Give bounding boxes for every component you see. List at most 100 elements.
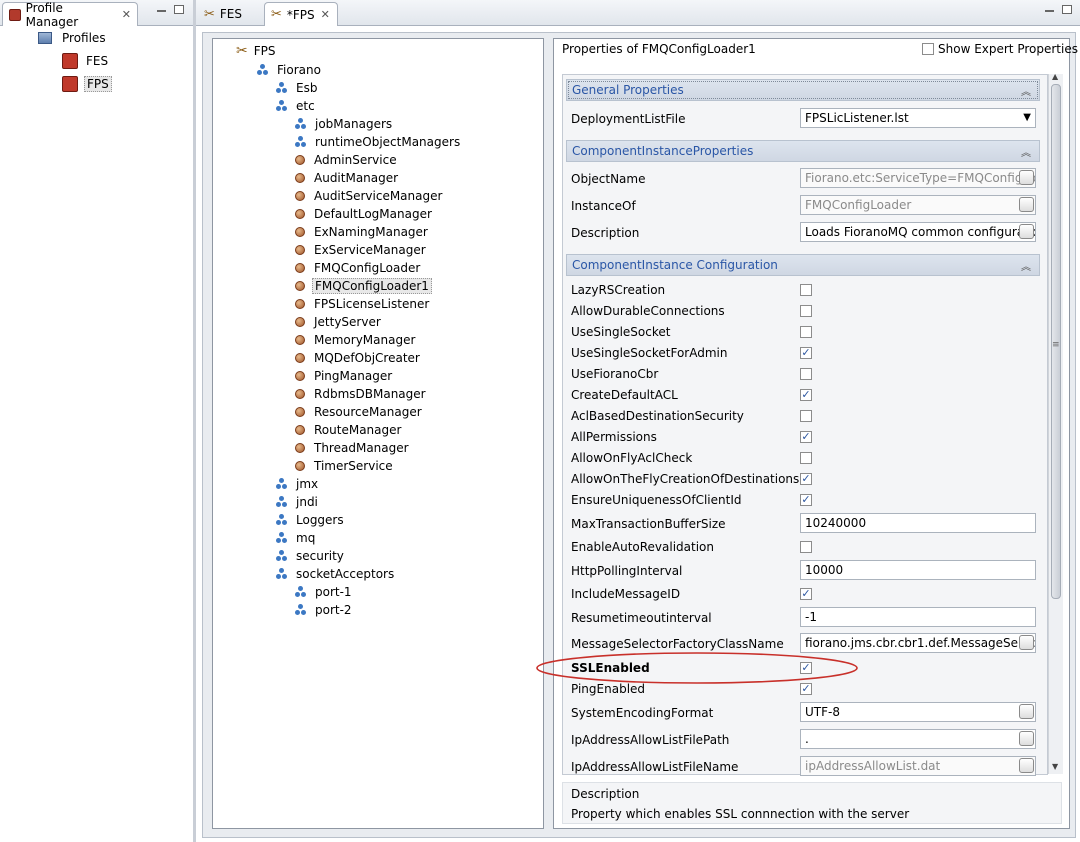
collapse-icon[interactable]: ︽ <box>1021 144 1031 159</box>
property-checkbox[interactable] <box>800 305 812 317</box>
component-icon <box>295 155 305 165</box>
ellipsis-button[interactable] <box>1019 170 1034 185</box>
tree-item-profile-fps[interactable]: FPS <box>62 75 112 93</box>
tree-item-label: jmx <box>296 477 319 491</box>
show-expert-checkbox[interactable] <box>922 43 934 55</box>
tree-item[interactable]: RouteManager <box>295 421 403 439</box>
close-icon[interactable]: ✕ <box>122 8 131 21</box>
tree-item[interactable]: FPSLicenseListener <box>295 295 431 313</box>
minimize-icon[interactable] <box>157 10 166 12</box>
tree-item[interactable]: FMQConfigLoader <box>295 259 422 277</box>
field-value: . <box>805 732 809 746</box>
property-row: Resumetimeoutinterval -1 <box>566 607 1040 627</box>
property-checkbox[interactable]: ✓ <box>800 473 812 485</box>
ellipsis-button[interactable] <box>1019 731 1034 746</box>
dropdown-arrow-icon[interactable]: ▼ <box>1023 112 1031 123</box>
property-checkbox[interactable] <box>800 410 812 422</box>
tree-item[interactable]: ExServiceManager <box>295 241 428 259</box>
tree-item[interactable]: security <box>276 547 346 565</box>
property-checkbox[interactable]: ✓ <box>800 588 812 600</box>
section-component-instance-properties[interactable]: ComponentInstanceProperties ︽ <box>566 140 1040 162</box>
property-field[interactable]: 10240000 <box>800 513 1036 533</box>
ellipsis-button[interactable] <box>1019 197 1034 212</box>
tree-item[interactable]: FMQConfigLoader1 <box>295 277 432 295</box>
tree-item[interactable]: Fiorano <box>257 61 323 79</box>
collapse-icon[interactable]: ︽ <box>1021 83 1031 98</box>
scroll-up-icon[interactable]: ▲ <box>1052 72 1058 81</box>
object-name-field[interactable]: Fiorano.etc:ServiceType=FMQConfigLoader <box>800 168 1036 188</box>
scroll-down-icon[interactable]: ▼ <box>1052 762 1058 771</box>
deployment-list-file-combo[interactable]: FPSLicListener.lst ▼ <box>800 108 1036 128</box>
description-field[interactable]: Loads FioranoMQ common configuration <box>800 222 1036 242</box>
maximize-icon[interactable] <box>1062 5 1072 14</box>
description-text: Property which enables SSL connnection w… <box>571 807 910 821</box>
property-checkbox[interactable]: ✓ <box>800 389 812 401</box>
tree-item[interactable]: port-2 <box>295 601 354 619</box>
minimize-icon[interactable] <box>1045 10 1054 12</box>
property-field[interactable]: UTF-8 <box>800 702 1036 722</box>
property-field[interactable]: 10000 <box>800 560 1036 580</box>
tab-label: *FPS <box>286 7 315 22</box>
tree-item-profiles[interactable]: Profiles <box>38 29 108 47</box>
tree-item-fps-root[interactable]: ✂ FPS <box>236 42 278 60</box>
tab-profile-manager[interactable]: Profile Manager ✕ <box>2 1 138 29</box>
ssl-enabled-highlight <box>536 652 858 684</box>
property-field[interactable]: . <box>800 729 1036 749</box>
tree-item[interactable]: AuditManager <box>295 169 400 187</box>
property-checkbox[interactable] <box>800 541 812 553</box>
ellipsis-button[interactable] <box>1019 635 1034 650</box>
tree-item[interactable]: runtimeObjectManagers <box>295 133 462 151</box>
property-field[interactable]: -1 <box>800 607 1036 627</box>
section-title: General Properties <box>572 83 684 97</box>
tree-item[interactable]: ThreadManager <box>295 439 411 457</box>
ellipsis-button[interactable] <box>1019 758 1034 773</box>
tree-item[interactable]: etc <box>276 97 317 115</box>
property-field[interactable]: ipAddressAllowList.dat <box>800 756 1036 776</box>
section-component-instance-configuration[interactable]: ComponentInstance Configuration ︽ <box>566 254 1040 276</box>
tree-item[interactable]: MemoryManager <box>295 331 417 349</box>
tab-fps[interactable]: ✂ *FPS ✕ <box>264 2 338 26</box>
ellipsis-button[interactable] <box>1019 224 1034 239</box>
ellipsis-button[interactable] <box>1019 704 1034 719</box>
tree-item[interactable]: RdbmsDBManager <box>295 385 428 403</box>
tree-item[interactable]: AdminService <box>295 151 399 169</box>
property-checkbox[interactable] <box>800 452 812 464</box>
tree-item[interactable]: JettyServer <box>295 313 383 331</box>
tree-item[interactable]: MQDefObjCreater <box>295 349 422 367</box>
maximize-icon[interactable] <box>174 5 184 14</box>
tree-item[interactable]: ExNamingManager <box>295 223 430 241</box>
node-icon <box>276 82 288 94</box>
show-expert-properties-toggle[interactable]: Show Expert Properties <box>922 42 1078 56</box>
property-checkbox[interactable] <box>800 368 812 380</box>
tree-item[interactable]: ResourceManager <box>295 403 424 421</box>
section-general-properties[interactable]: General Properties ︽ <box>566 79 1040 101</box>
property-checkbox[interactable]: ✓ <box>800 494 812 506</box>
property-checkbox[interactable]: ✓ <box>800 431 812 443</box>
instance-of-field[interactable]: FMQConfigLoader <box>800 195 1036 215</box>
tree-item[interactable]: jobManagers <box>295 115 394 133</box>
property-checkbox[interactable] <box>800 326 812 338</box>
tree-item[interactable]: socketAcceptors <box>276 565 396 583</box>
tree-item[interactable]: Esb <box>276 79 319 97</box>
component-icon <box>295 443 305 453</box>
tree-item[interactable]: PingManager <box>295 367 394 385</box>
tree-item-label: port-2 <box>315 603 352 617</box>
tree-item[interactable]: port-1 <box>295 583 354 601</box>
close-icon[interactable]: ✕ <box>321 8 330 21</box>
tree-item[interactable]: AuditServiceManager <box>295 187 444 205</box>
property-checkbox[interactable] <box>800 284 812 296</box>
tree-item-profile-fes[interactable]: FES <box>62 52 110 70</box>
tree-item[interactable]: Loggers <box>276 511 346 529</box>
properties-scrollbar[interactable]: ▲ ≡ ▼ <box>1048 72 1063 774</box>
tree-item[interactable]: jmx <box>276 475 320 493</box>
tree-item-label: runtimeObjectManagers <box>315 135 461 149</box>
tree-item[interactable]: jndi <box>276 493 320 511</box>
tree-item[interactable]: TimerService <box>295 457 395 475</box>
node-icon <box>276 532 288 544</box>
tree-item[interactable]: DefaultLogManager <box>295 205 434 223</box>
tab-fes[interactable]: ✂ FES <box>198 2 262 26</box>
tree-item[interactable]: mq <box>276 529 317 547</box>
tree-item-label: Loggers <box>296 513 344 527</box>
property-checkbox[interactable]: ✓ <box>800 347 812 359</box>
collapse-icon[interactable]: ︽ <box>1021 258 1031 273</box>
